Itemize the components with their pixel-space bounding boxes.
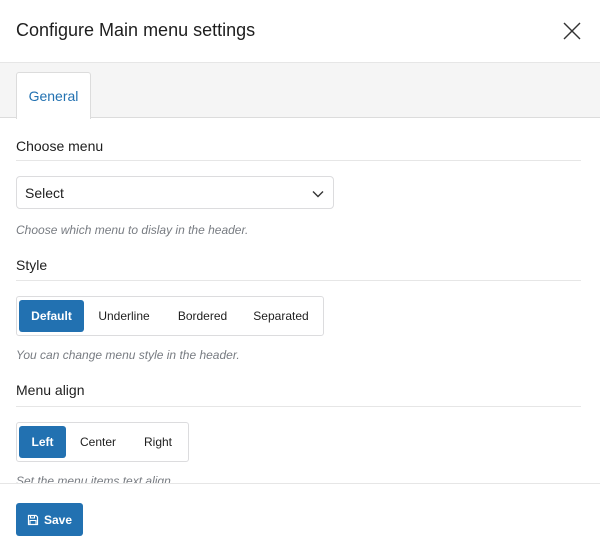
menu-align-button-group: Left Center Right	[16, 422, 189, 462]
dialog-title: Configure Main menu settings	[16, 20, 256, 40]
save-button[interactable]: Save	[16, 503, 83, 536]
align-option-center[interactable]: Center	[66, 426, 130, 458]
style-button-group: Default Underline Bordered Separated	[16, 296, 324, 336]
menu-align-help: Set the menu items text align.	[16, 474, 175, 483]
divider	[16, 280, 581, 281]
dialog-header: Configure Main menu settings	[0, 0, 600, 62]
chevron-down-icon	[312, 191, 324, 198]
choose-menu-heading: Choose menu	[16, 138, 104, 154]
save-icon	[27, 514, 39, 525]
menu-align-heading: Menu align	[16, 382, 85, 398]
save-button-label: Save	[43, 512, 73, 527]
divider	[16, 160, 581, 161]
menu-select-value: Select	[25, 185, 64, 201]
divider	[16, 406, 581, 407]
align-option-right[interactable]: Right	[130, 426, 186, 458]
style-heading: Style	[16, 257, 48, 273]
settings-panel: Choose menu Select Choose which menu to …	[0, 118, 600, 483]
style-option-underline[interactable]: Underline	[84, 300, 164, 332]
close-button[interactable]	[556, 15, 588, 47]
dialog-footer: Save	[0, 483, 600, 551]
settings-dialog: Configure Main menu settings General Cho…	[0, 0, 600, 551]
style-help: You can change menu style in the header.	[16, 348, 240, 362]
style-option-default[interactable]: Default	[19, 300, 84, 332]
choose-menu-help: Choose which menu to dislay in the heade…	[16, 223, 249, 237]
close-icon	[563, 22, 581, 40]
style-option-separated[interactable]: Separated	[241, 300, 321, 332]
menu-select[interactable]: Select	[16, 176, 334, 209]
align-option-left[interactable]: Left	[19, 426, 66, 458]
tab-general[interactable]: General	[16, 72, 91, 119]
tab-bar: General	[0, 62, 600, 119]
style-option-bordered[interactable]: Bordered	[164, 300, 241, 332]
